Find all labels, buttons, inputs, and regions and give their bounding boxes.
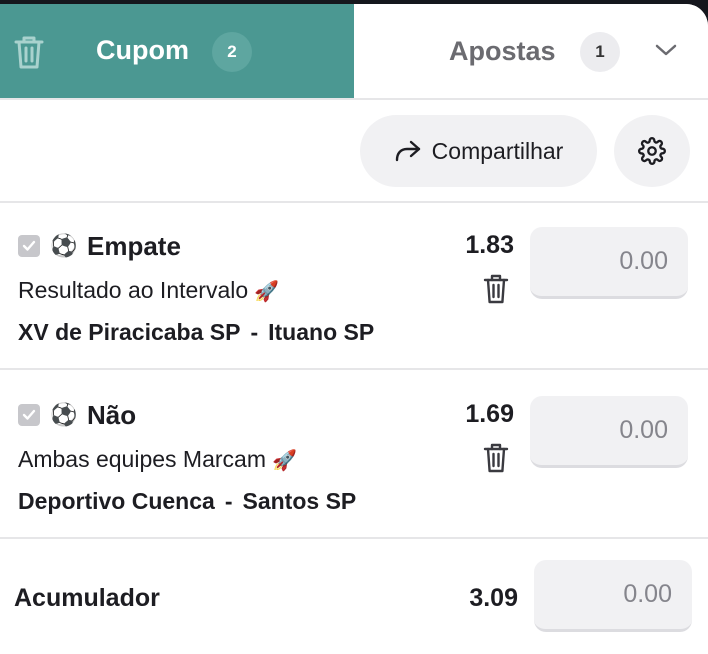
- soccer-ball-icon: ⚽: [50, 233, 78, 258]
- rocket-icon: 🚀: [272, 450, 297, 472]
- checkbox-icon[interactable]: [18, 235, 40, 257]
- settings-button[interactable]: [614, 115, 690, 187]
- bet-market-label: Ambas equipes Marcam: [18, 446, 266, 472]
- trash-icon[interactable]: [12, 34, 46, 70]
- accumulator-stake-input[interactable]: [534, 560, 692, 632]
- tab-divider: [0, 98, 708, 100]
- tab-cupom-label: Cupom: [96, 35, 189, 65]
- chevron-down-icon[interactable]: [654, 42, 678, 58]
- bet-market: Resultado ao Intervalo 🚀: [18, 277, 279, 304]
- accumulator-odds: 3.09: [469, 584, 518, 612]
- bet-selection: Não: [87, 400, 137, 430]
- stake-input[interactable]: [530, 227, 688, 299]
- divider: [0, 537, 708, 539]
- match-separator: -: [224, 488, 233, 514]
- bet-market-label: Resultado ao Intervalo: [18, 277, 249, 303]
- accumulator-label: Acumulador: [14, 584, 160, 612]
- tab-cupom[interactable]: Cupom 2: [0, 4, 354, 99]
- stake-input[interactable]: [530, 396, 688, 468]
- bet-market: Ambas equipes Marcam 🚀: [18, 446, 297, 473]
- gear-icon: [638, 137, 666, 165]
- home-team: XV de Piracicaba SP: [18, 319, 241, 345]
- bet-odds: 1.69: [465, 400, 514, 428]
- share-icon: [395, 140, 420, 162]
- apostas-count-badge: 1: [580, 32, 620, 72]
- away-team: Santos SP: [242, 488, 357, 514]
- bet-match: XV de Piracicaba SP - Ituano SP: [18, 319, 374, 346]
- match-separator: -: [250, 319, 259, 345]
- home-team: Deportivo Cuenca: [18, 488, 215, 514]
- soccer-ball-icon: ⚽: [50, 402, 78, 427]
- share-button[interactable]: Compartilhar: [360, 115, 597, 187]
- bet-row: ⚽ Não Ambas equipes Marcam 🚀 Deportivo Cu…: [0, 372, 708, 537]
- bet-odds: 1.83: [465, 231, 514, 259]
- tab-apostas[interactable]: Apostas 1: [354, 4, 708, 99]
- away-team: Ituano SP: [268, 319, 375, 345]
- cupom-count-badge: 2: [212, 32, 252, 72]
- trash-icon[interactable]: [482, 442, 510, 474]
- bet-row: ⚽ Empate Resultado ao Intervalo 🚀 XV de P…: [0, 203, 708, 368]
- trash-icon[interactable]: [482, 273, 510, 305]
- share-button-label: Compartilhar: [431, 137, 564, 164]
- bet-selection: Empate: [87, 231, 181, 261]
- betslip-panel: Cupom 2 Apostas 1 Compartilhar ⚽ Empate …: [0, 4, 708, 654]
- divider: [0, 368, 708, 370]
- bet-match: Deportivo Cuenca - Santos SP: [18, 488, 356, 515]
- tab-apostas-label: Apostas: [449, 36, 556, 66]
- checkbox-icon[interactable]: [18, 404, 40, 426]
- rocket-icon: 🚀: [254, 281, 280, 303]
